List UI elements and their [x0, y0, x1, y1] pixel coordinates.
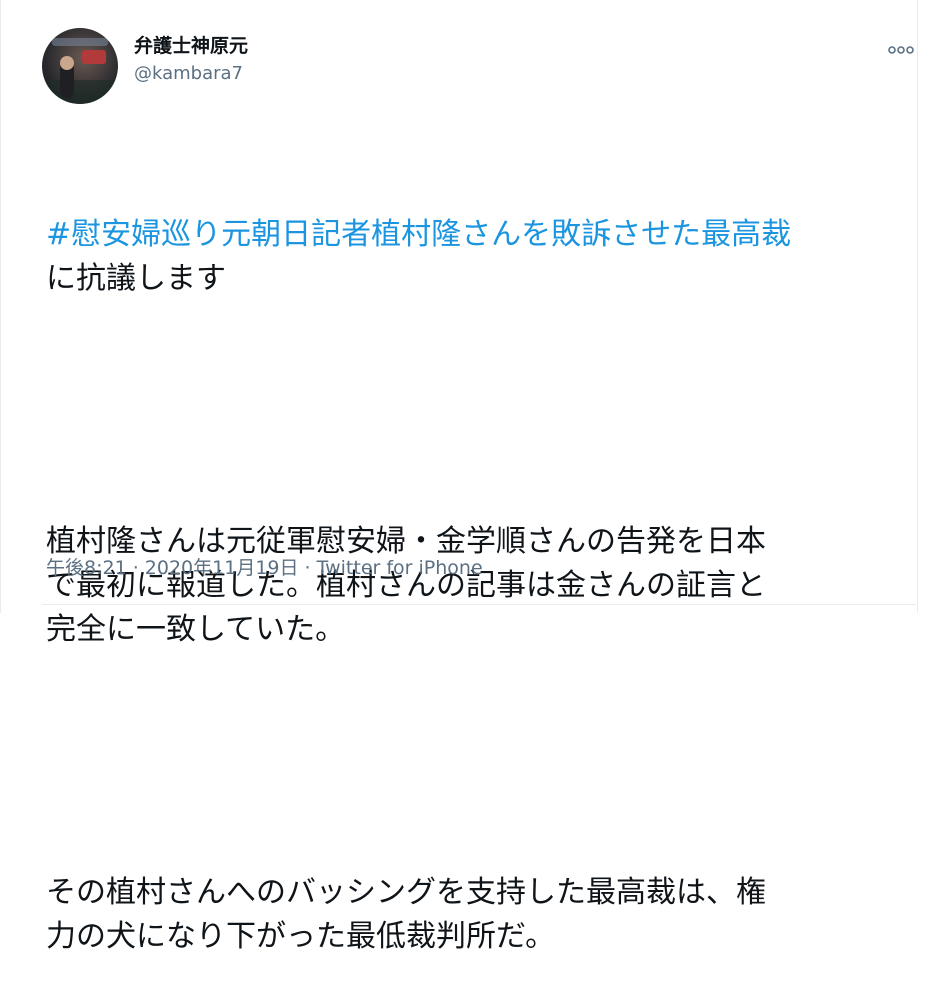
user-handle[interactable]: @kambara7	[134, 62, 248, 86]
meta-separator: ·	[126, 557, 145, 579]
avatar-detail	[82, 50, 106, 64]
hashtag-continuation: に抗議します	[46, 261, 226, 296]
meta-separator: ·	[298, 557, 317, 579]
tweet-source[interactable]: Twitter for iPhone	[317, 557, 483, 579]
tweet-paragraph-1: 植村隆さんは元従軍慰安婦・金学順さんの告発を日本 で最初に報道した。植村さんの記…	[46, 524, 766, 647]
avatar-detail	[60, 56, 74, 70]
hashtag-paragraph: #慰安婦巡り元朝日記者植村隆さんを敗訴させた最高裁 に抗議します	[46, 213, 896, 301]
user-names: 弁護士神原元 @kambara7	[134, 34, 248, 86]
display-name[interactable]: 弁護士神原元	[134, 34, 248, 58]
more-options-button[interactable]	[886, 38, 916, 62]
avatar-detail	[42, 80, 118, 104]
avatar-detail	[52, 38, 108, 46]
hashtag-link[interactable]: #慰安婦巡り元朝日記者植村隆さんを敗訴させた最高裁	[46, 217, 791, 252]
tweet-date[interactable]: 2020年11月19日	[145, 557, 299, 579]
tweet-time[interactable]: 午後8:21	[46, 557, 127, 579]
more-options-icon	[888, 46, 914, 54]
tweet-paragraph-2: その植村さんへのバッシングを支持した最高裁は、権 力の犬になり下がった最低裁判所…	[46, 875, 766, 954]
tweet-header: 弁護士神原元 @kambara7	[42, 28, 916, 104]
avatar[interactable]	[42, 28, 118, 104]
divider	[42, 604, 916, 605]
tweet-meta: 午後8:21 · 2020年11月19日 · Twitter for iPhon…	[46, 555, 483, 581]
